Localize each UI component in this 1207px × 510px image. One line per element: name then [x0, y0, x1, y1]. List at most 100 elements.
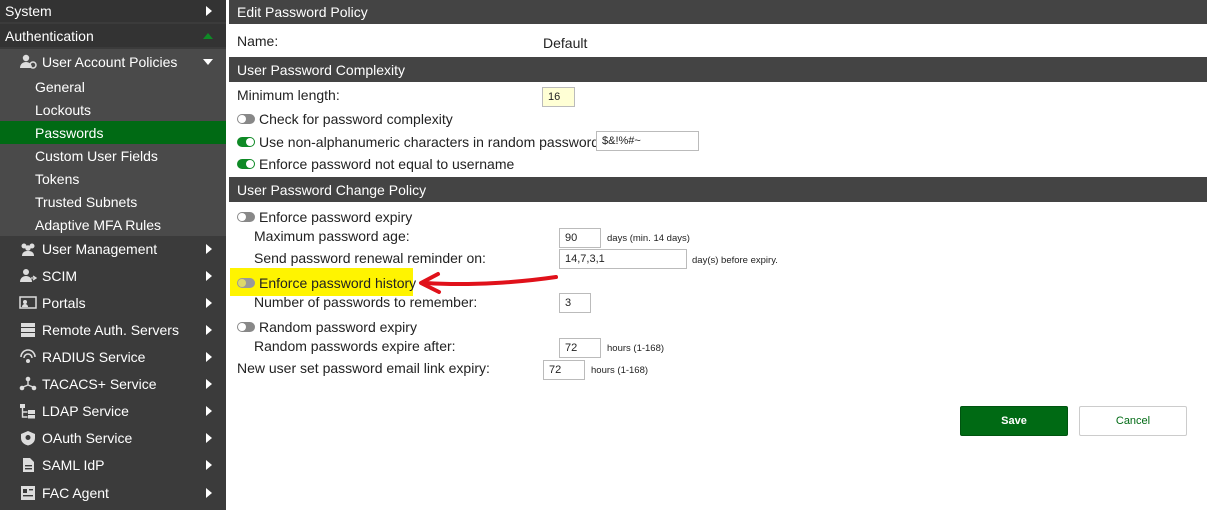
non-alnum-toggle[interactable]: [237, 137, 255, 147]
sidebar-item-label: LDAP Service: [42, 402, 129, 419]
max-age-hint: days (min. 14 days): [607, 233, 690, 244]
sidebar-item-authentication[interactable]: Authentication: [0, 24, 226, 47]
check-complexity-label: Check for password complexity: [259, 111, 453, 127]
complexity-section-header: User Password Complexity: [229, 57, 1207, 82]
sidebar-item-saml-idp[interactable]: SAML IdP: [0, 451, 226, 478]
email-link-hint: hours (1-168): [591, 365, 649, 376]
save-button[interactable]: Save: [960, 406, 1068, 436]
oauth-icon: [18, 430, 38, 446]
cancel-button[interactable]: Cancel: [1079, 406, 1187, 436]
check-complexity-toggle[interactable]: [237, 114, 255, 124]
sidebar-item-label: Passwords: [35, 124, 104, 141]
chevron-up-icon: [203, 32, 213, 39]
chevron-right-icon: [206, 270, 212, 281]
sidebar-item-label: OAuth Service: [42, 429, 133, 446]
sidebar-item-passwords[interactable]: Passwords: [0, 121, 226, 144]
reminder-input[interactable]: [559, 249, 687, 269]
random-expire-after-input[interactable]: [559, 338, 601, 358]
tacacs-icon: [18, 376, 38, 392]
sidebar-item-label: RADIUS Service: [42, 348, 146, 365]
not-username-toggle[interactable]: [237, 159, 255, 169]
chevron-down-icon: [203, 59, 213, 65]
max-age-input[interactable]: [559, 228, 601, 248]
agent-icon: [18, 485, 38, 501]
edit-policy-header: Edit Password Policy: [229, 0, 1207, 24]
sidebar-item-ldap-service[interactable]: LDAP Service: [0, 397, 226, 424]
chevron-right-icon: [206, 351, 212, 362]
name-value: Default: [543, 35, 588, 51]
portals-icon: [18, 295, 38, 311]
sidebar-item-radius-service[interactable]: RADIUS Service: [0, 343, 226, 370]
chevron-right-icon: [206, 487, 212, 498]
email-link-input[interactable]: [543, 360, 585, 380]
sidebar-item-adaptive-mfa-rules[interactable]: Adaptive MFA Rules: [0, 213, 226, 236]
sidebar-item-label: SCIM: [42, 267, 77, 284]
sidebar-item-label: Portals: [42, 294, 86, 311]
chevron-right-icon: [206, 297, 212, 308]
sidebar-item-label: Authentication: [5, 27, 94, 44]
sidebar-item-user-management[interactable]: User Management: [0, 235, 226, 262]
sidebar-item-fac-agent[interactable]: FAC Agent: [0, 479, 226, 506]
sidebar-item-system[interactable]: System: [0, 0, 226, 22]
reminder-hint: day(s) before expiry.: [692, 255, 778, 266]
sidebar-item-label: SAML IdP: [42, 456, 105, 473]
expiry-toggle[interactable]: [237, 212, 255, 222]
scim-icon: [18, 268, 38, 284]
users-icon: [18, 241, 38, 257]
sidebar-item-portals[interactable]: Portals: [0, 289, 226, 316]
chevron-right-icon: [206, 6, 212, 16]
history-toggle[interactable]: [237, 278, 255, 288]
chevron-right-icon: [206, 432, 212, 443]
sidebar-item-label: Trusted Subnets: [35, 193, 138, 210]
sidebar-item-scim[interactable]: SCIM: [0, 262, 226, 289]
non-alnum-chars-input[interactable]: [596, 131, 699, 151]
min-length-label: Minimum length:: [237, 87, 340, 103]
history-count-input[interactable]: [559, 293, 591, 313]
random-expiry-toggle[interactable]: [237, 322, 255, 332]
history-label: Enforce password history: [259, 275, 417, 291]
sidebar-item-label: User Account Policies: [42, 54, 178, 70]
chevron-right-icon: [206, 405, 212, 416]
sidebar-item-trusted-subnets[interactable]: Trusted Subnets: [0, 190, 226, 213]
sidebar-item-custom-user-fields[interactable]: Custom User Fields: [0, 144, 226, 167]
non-alnum-label: Use non-alphanumeric characters in rando…: [259, 134, 607, 150]
sidebar-item-tacacs-service[interactable]: TACACS+ Service: [0, 370, 226, 397]
sidebar-item-user-account-policies[interactable]: User Account Policies: [0, 49, 226, 75]
random-expire-after-hint: hours (1-168): [607, 343, 665, 354]
radius-icon: [18, 348, 38, 365]
user-policy-icon: [18, 54, 38, 70]
sidebar-item-tokens[interactable]: Tokens: [0, 167, 226, 190]
sidebar-item-oauth-service[interactable]: OAuth Service: [0, 424, 226, 451]
ldap-icon: [18, 403, 38, 419]
sidebar-item-label: FAC Agent: [42, 484, 109, 501]
random-expire-after-label: Random passwords expire after:: [254, 338, 456, 354]
sidebar-item-lockouts[interactable]: Lockouts: [0, 98, 226, 121]
name-label: Name:: [237, 33, 279, 49]
sidebar-item-label: Remote Auth. Servers: [42, 321, 179, 338]
min-length-input[interactable]: [542, 87, 575, 107]
sidebar-item-general[interactable]: General: [0, 75, 226, 98]
chevron-right-icon: [206, 243, 212, 254]
servers-icon: [18, 322, 38, 338]
sidebar-item-remote-auth-servers[interactable]: Remote Auth. Servers: [0, 316, 226, 343]
sidebar-item-label: Custom User Fields: [35, 147, 158, 164]
reminder-label: Send password renewal reminder on:: [254, 250, 486, 266]
saml-icon: [18, 457, 38, 473]
sidebar-item-label: Lockouts: [35, 101, 92, 118]
history-count-label: Number of passwords to remember:: [254, 294, 478, 310]
chevron-right-icon: [206, 324, 212, 335]
random-expiry-label: Random password expiry: [259, 319, 417, 335]
chevron-right-icon: [206, 378, 212, 389]
sidebar-item-label: General: [35, 78, 85, 95]
email-link-label: New user set password email link expiry:: [237, 360, 490, 376]
max-age-label: Maximum password age:: [254, 228, 410, 244]
main-panel: Edit Password Policy Name: Default User …: [226, 0, 1207, 510]
sidebar-item-label: System: [5, 3, 52, 19]
sidebar-item-label: TACACS+ Service: [42, 375, 157, 392]
sidebar-item-label: Tokens: [35, 170, 80, 187]
sidebar: System Authentication User Account Polic…: [0, 0, 226, 510]
change-policy-section-header: User Password Change Policy: [229, 177, 1207, 202]
sidebar-item-label: Adaptive MFA Rules: [35, 216, 162, 233]
sidebar-item-label: User Management: [42, 240, 158, 257]
not-username-label: Enforce password not equal to username: [259, 156, 515, 172]
